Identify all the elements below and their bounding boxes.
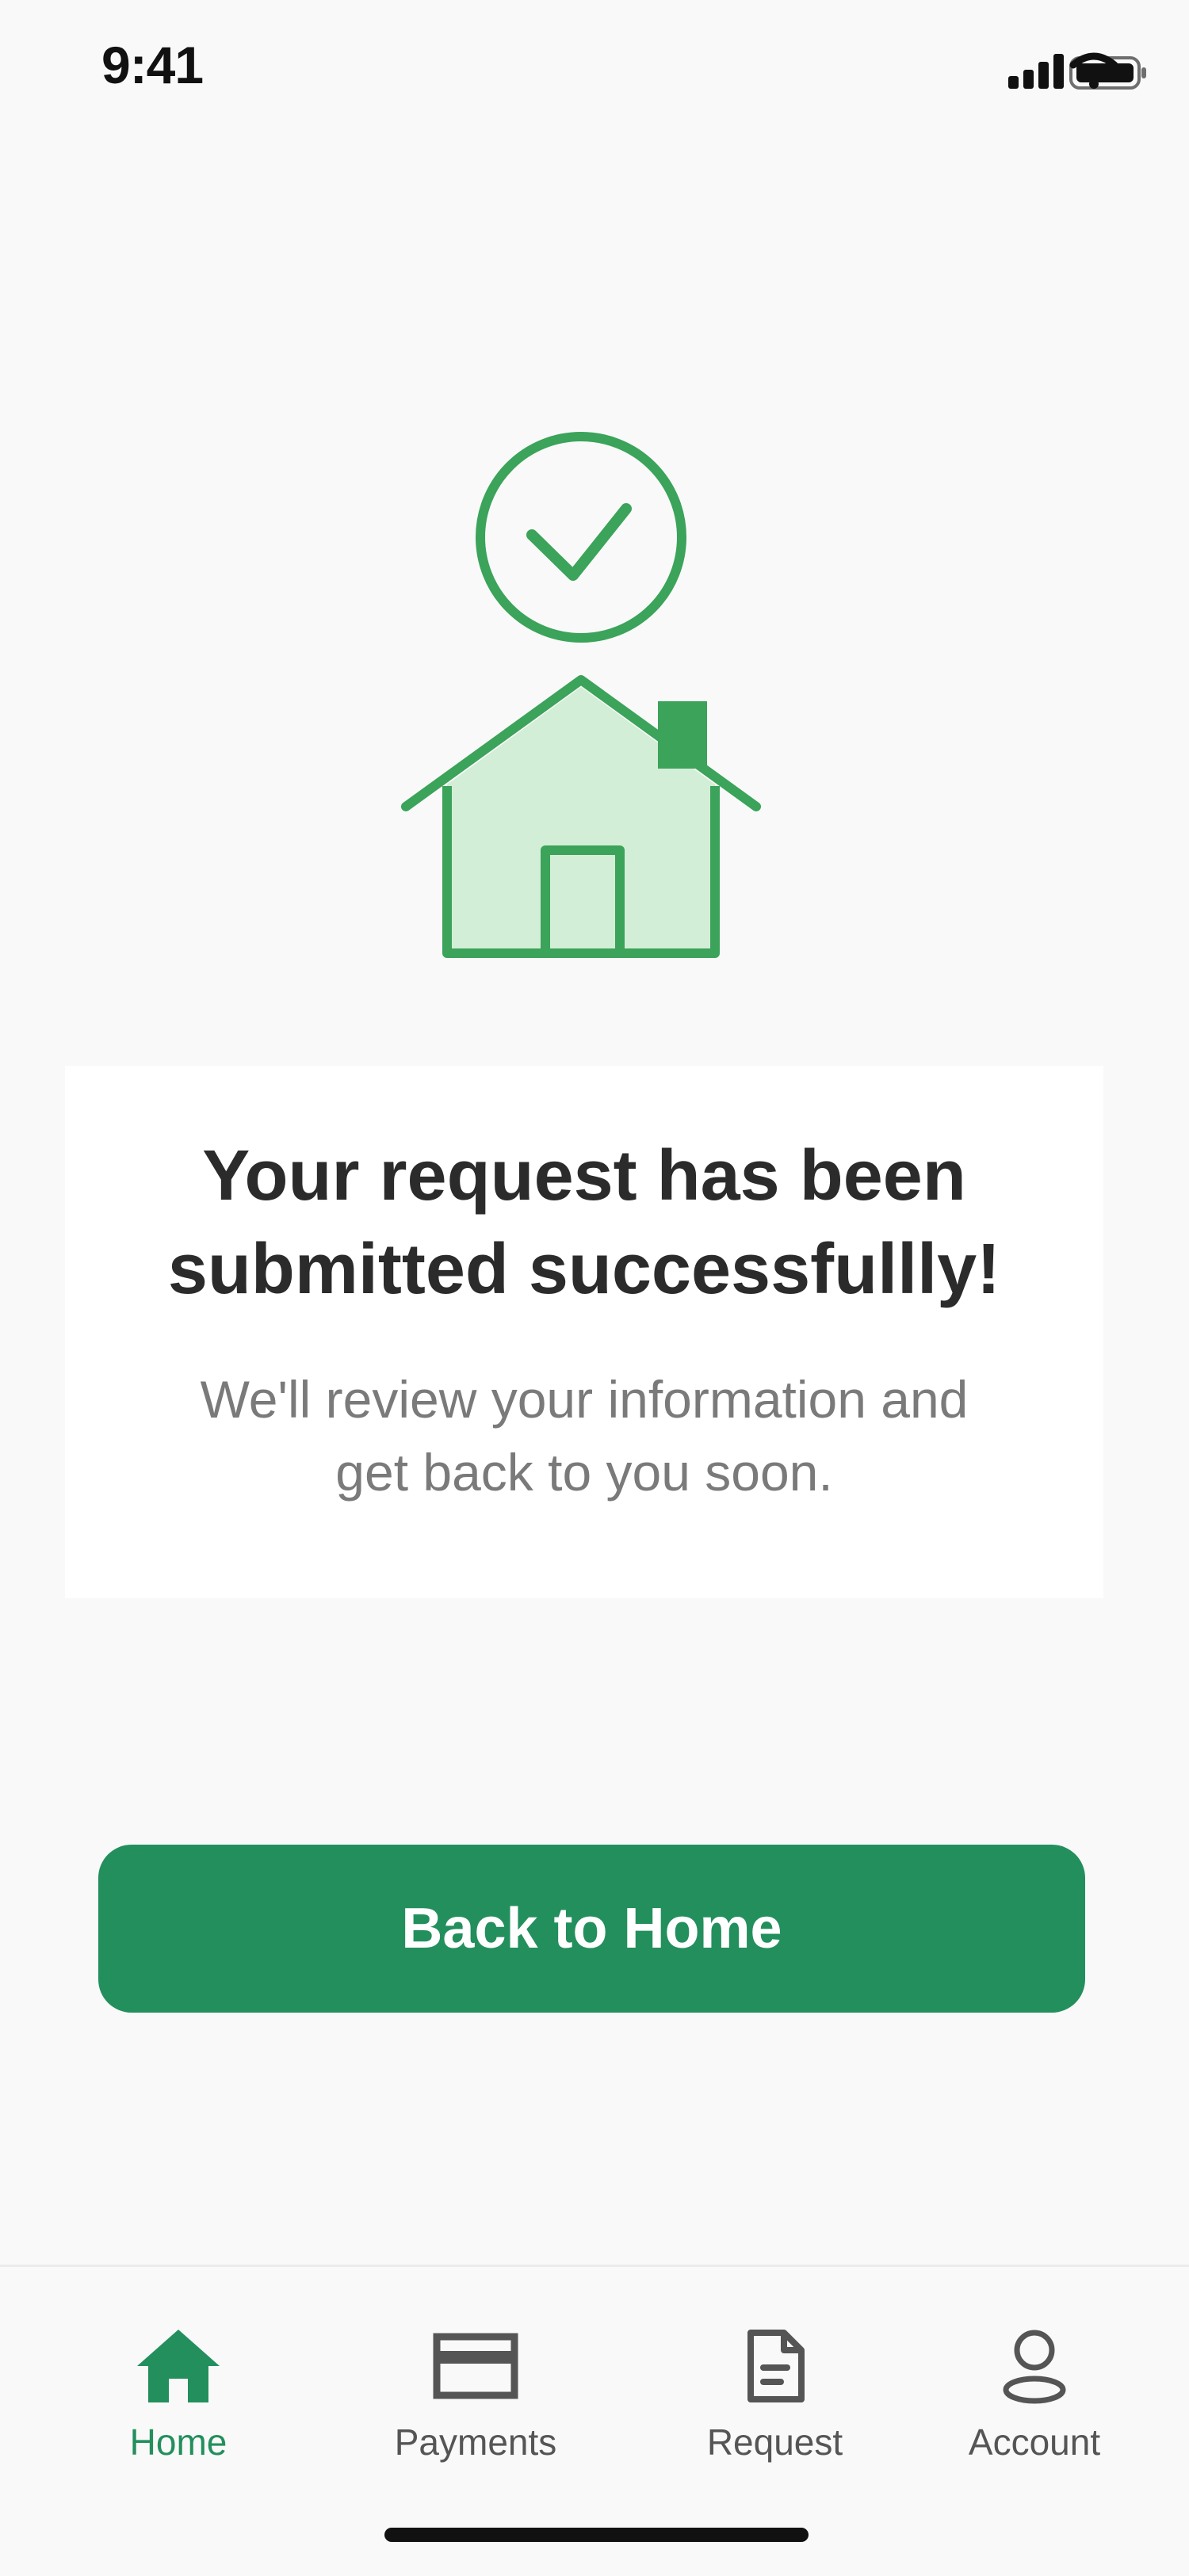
- signal-icon: [1008, 54, 1064, 89]
- nav-item-home[interactable]: Home: [103, 2322, 254, 2497]
- check-circle-icon: [476, 432, 686, 643]
- credit-card-icon: [428, 2322, 523, 2410]
- status-icons: [910, 48, 1148, 95]
- nav-item-request[interactable]: Request: [674, 2322, 876, 2497]
- document-icon: [728, 2322, 823, 2410]
- home-indicator: [384, 2528, 809, 2542]
- user-icon: [987, 2322, 1082, 2410]
- confirmation-message: We'll review your information and get ba…: [192, 1363, 977, 1509]
- nav-label-home: Home: [129, 2421, 227, 2463]
- nav-label-request: Request: [706, 2421, 843, 2463]
- nav-label-payments: Payments: [394, 2421, 557, 2463]
- nav-item-account[interactable]: Account: [939, 2322, 1130, 2497]
- status-bar: 9:41: [0, 0, 1189, 135]
- nav-item-payments[interactable]: Payments: [357, 2322, 594, 2497]
- back-to-home-label: Back to Home: [401, 1897, 782, 1960]
- confirmation-card: Your request has been submitted successf…: [65, 1066, 1103, 1598]
- status-time: 9:41: [101, 36, 204, 94]
- house-icon: [401, 675, 761, 958]
- confirmation-title: Your request has been submitted successf…: [65, 1129, 1103, 1316]
- body-line-2: get back to you soon.: [335, 1443, 833, 1502]
- back-to-home-button[interactable]: Back to Home: [98, 1845, 1085, 2013]
- success-illustration: [396, 420, 769, 975]
- battery-shape: [1069, 56, 1146, 90]
- body-line-1: We'll review your information and: [200, 1370, 969, 1429]
- nav-label-account: Account: [968, 2421, 1101, 2463]
- title-line-2: submitted successfullly!: [167, 1230, 1001, 1309]
- home-icon: [131, 2322, 226, 2410]
- title-line-1: Your request has been: [202, 1136, 966, 1215]
